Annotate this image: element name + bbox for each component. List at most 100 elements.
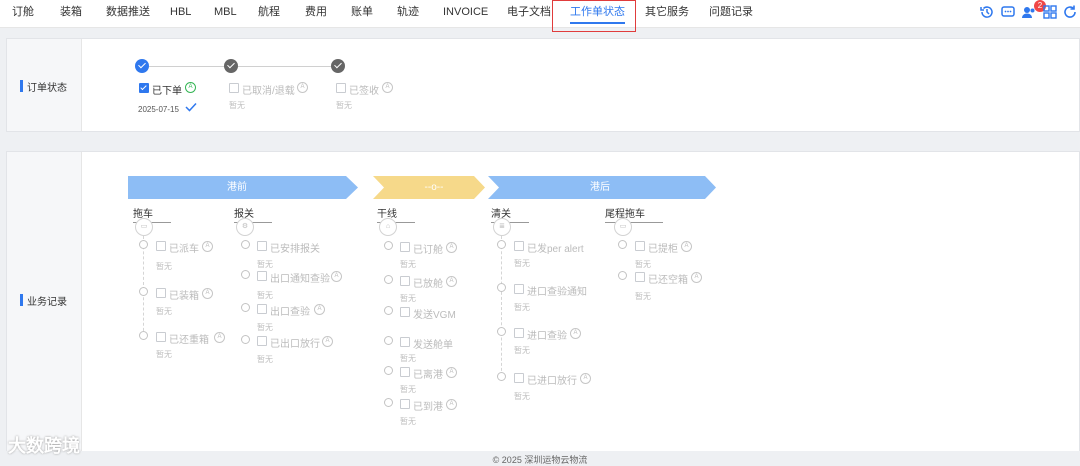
history-icon[interactable] bbox=[979, 4, 995, 20]
cancelled-label: 已取消/退载 bbox=[242, 86, 295, 97]
top-tab-bar: 订舱 装箱 数据推送 HBL MBL 航程 费用 账单 轨迹 INVOICE 电… bbox=[0, 0, 1080, 28]
tab-tracking[interactable]: 轨迹 bbox=[397, 0, 419, 27]
clear-item-checkbox[interactable] bbox=[514, 241, 524, 251]
step-ordered-check-icon bbox=[135, 59, 149, 73]
tab-other-services[interactable]: 其它服务 bbox=[645, 0, 689, 27]
business-record-label: 业务记录 bbox=[20, 293, 67, 308]
customs-item-checkbox[interactable] bbox=[257, 241, 267, 251]
customs-dot bbox=[241, 303, 250, 312]
clearance-icon: ≣ bbox=[493, 218, 511, 236]
customs-item-label: 出口通知查验 bbox=[270, 274, 330, 285]
tab-data-push[interactable]: 数据推送 bbox=[106, 0, 150, 27]
message-icon[interactable] bbox=[1000, 4, 1016, 20]
ordered-checkbox[interactable] bbox=[139, 83, 149, 93]
ordered-badge: A bbox=[185, 82, 196, 93]
main-dot bbox=[384, 398, 393, 407]
customs-dot bbox=[241, 270, 250, 279]
tow-item-note: 暂无 bbox=[156, 350, 172, 359]
tab-voyage[interactable]: 航程 bbox=[258, 0, 280, 27]
order-status-panel: 订单状态 已下单 A 2025-07-15 已取消/退载 A 暂无 已签收 A … bbox=[6, 38, 1080, 132]
tow-item-note: 暂无 bbox=[156, 262, 172, 271]
customs-icon: ⚙ bbox=[236, 218, 254, 236]
main-dot bbox=[384, 306, 393, 315]
cancelled-checkbox[interactable] bbox=[229, 83, 239, 93]
tail-item-badge: A bbox=[691, 272, 702, 283]
clear-item-checkbox[interactable] bbox=[514, 328, 524, 338]
truck-icon: ▭ bbox=[135, 218, 153, 236]
tow-item-label: 已派车 bbox=[169, 244, 199, 255]
tab-hbl[interactable]: HBL bbox=[170, 0, 191, 27]
ordered-date: 2025-07-15 bbox=[138, 105, 179, 114]
main-item-badge: A bbox=[446, 367, 457, 378]
tab-booking[interactable]: 订舱 bbox=[12, 0, 34, 27]
tail-item-note: 暂无 bbox=[635, 292, 651, 301]
tow-item-checkbox[interactable] bbox=[156, 241, 166, 251]
main-item-label: 已离港 bbox=[413, 370, 443, 381]
main-item-note: 暂无 bbox=[400, 354, 416, 363]
main-item-checkbox[interactable] bbox=[400, 242, 410, 252]
main-item-checkbox[interactable] bbox=[400, 337, 410, 347]
tail-item-label: 已还空箱 bbox=[648, 275, 688, 286]
customs-item-note: 暂无 bbox=[257, 323, 273, 332]
customs-item-note: 暂无 bbox=[257, 355, 273, 364]
customs-item-checkbox[interactable] bbox=[257, 271, 267, 281]
customs-item-note: 暂无 bbox=[257, 260, 273, 269]
refresh-icon[interactable] bbox=[1062, 4, 1078, 20]
tail-item-badge: A bbox=[681, 241, 692, 252]
customs-item-note: 暂无 bbox=[257, 291, 273, 300]
clear-item-checkbox[interactable] bbox=[514, 373, 524, 383]
clear-item-badge: A bbox=[580, 373, 591, 384]
cancelled-badge: A bbox=[297, 82, 308, 93]
clear-item-label: 已进口放行 bbox=[527, 376, 577, 387]
clear-dot bbox=[497, 372, 506, 381]
main-dot bbox=[384, 366, 393, 375]
main-item-label: 发送舱单 bbox=[413, 340, 453, 351]
signed-badge: A bbox=[382, 82, 393, 93]
grid-icon[interactable] bbox=[1042, 4, 1058, 20]
phase-mainline: --o-- bbox=[424, 182, 444, 193]
main-item-checkbox[interactable] bbox=[400, 399, 410, 409]
customs-dot bbox=[241, 335, 250, 344]
tow-item-checkbox[interactable] bbox=[156, 332, 166, 342]
step-signed-check-icon bbox=[331, 59, 345, 73]
main-item-checkbox[interactable] bbox=[400, 307, 410, 317]
tab-edocs[interactable]: 电子文档 bbox=[507, 0, 551, 27]
main-item-badge: A bbox=[446, 242, 457, 253]
tow-item-label: 已还重箱 bbox=[169, 335, 209, 346]
page-footer: © 2025 深圳运物云物流 bbox=[492, 455, 588, 465]
customs-item-label: 出口查验 bbox=[270, 307, 310, 318]
clear-item-label: 进口查验 bbox=[527, 331, 567, 342]
main-item-note: 暂无 bbox=[400, 294, 416, 303]
customs-item-checkbox[interactable] bbox=[257, 304, 267, 314]
tab-bills[interactable]: 账单 bbox=[351, 0, 373, 27]
tail-item-checkbox[interactable] bbox=[635, 272, 645, 282]
main-item-label: 已订舱 bbox=[413, 245, 443, 256]
clear-item-label: 进口查验通知 bbox=[527, 287, 587, 298]
customs-item-checkbox[interactable] bbox=[257, 336, 267, 346]
clear-item-note: 暂无 bbox=[514, 346, 530, 355]
tab-invoice[interactable]: INVOICE bbox=[443, 0, 488, 27]
highlight-box bbox=[552, 0, 636, 32]
main-item-note: 暂无 bbox=[400, 385, 416, 394]
main-item-note: 暂无 bbox=[400, 260, 416, 269]
signed-label: 已签收 bbox=[349, 86, 379, 97]
tow-item-badge: A bbox=[214, 332, 225, 343]
tail-item-label: 已提柜 bbox=[648, 244, 678, 255]
tail-truck-icon: ▭ bbox=[614, 218, 632, 236]
customs-item-badge: A bbox=[331, 271, 342, 282]
tow-dot bbox=[139, 240, 148, 249]
tab-mbl[interactable]: MBL bbox=[214, 0, 237, 27]
main-item-badge: A bbox=[446, 399, 457, 410]
tab-packing[interactable]: 装箱 bbox=[60, 0, 82, 27]
signed-checkbox[interactable] bbox=[336, 83, 346, 93]
tow-item-checkbox[interactable] bbox=[156, 288, 166, 298]
tail-item-checkbox[interactable] bbox=[635, 241, 645, 251]
clear-item-note: 暂无 bbox=[514, 259, 530, 268]
clear-item-badge: A bbox=[570, 328, 581, 339]
tab-issue-log[interactable]: 问题记录 bbox=[709, 0, 753, 27]
main-item-checkbox[interactable] bbox=[400, 367, 410, 377]
main-item-checkbox[interactable] bbox=[400, 276, 410, 286]
clear-item-checkbox[interactable] bbox=[514, 284, 524, 294]
tab-fees[interactable]: 费用 bbox=[305, 0, 327, 27]
lane-tow-line bbox=[143, 236, 144, 336]
